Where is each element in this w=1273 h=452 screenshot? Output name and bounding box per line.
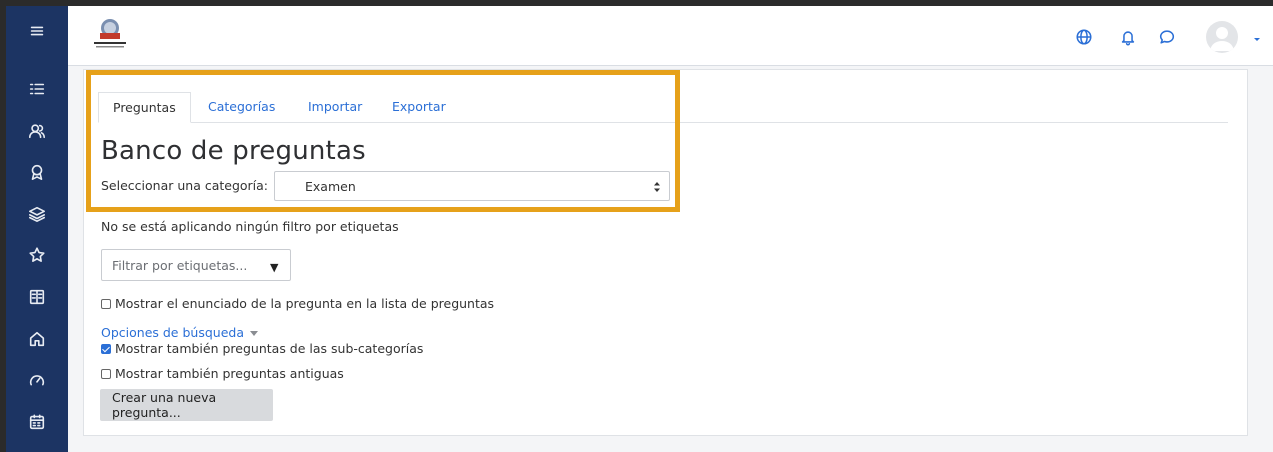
show-question-text-option[interactable]: Mostrar el enunciado de la pregunta en l… [101, 296, 494, 311]
chevron-down-icon[interactable] [1251, 30, 1263, 42]
category-select-value: Examen [305, 179, 356, 194]
award-icon[interactable] [26, 161, 48, 183]
bell-icon[interactable] [1117, 26, 1139, 48]
show-old-questions-label: Mostrar también preguntas antiguas [115, 366, 344, 381]
question-bank-panel: Preguntas Categorías Importar Exportar B… [83, 69, 1248, 436]
show-old-questions-option[interactable]: Mostrar también preguntas antiguas [101, 366, 344, 381]
search-options-label: Opciones de búsqueda [101, 325, 244, 340]
tag-filter-placeholder: Filtrar por etiquetas... [112, 258, 248, 273]
tab-exportar[interactable]: Exportar [392, 92, 446, 123]
show-question-text-label: Mostrar el enunciado de la pregunta en l… [115, 296, 495, 311]
show-subcategories-checkbox[interactable] [101, 343, 111, 354]
create-question-button[interactable]: Crear una nueva pregunta... [100, 389, 273, 421]
show-question-text-checkbox[interactable] [101, 298, 111, 309]
sidebar [6, 6, 68, 452]
list-icon[interactable] [26, 78, 48, 100]
dashboard-icon[interactable] [26, 370, 48, 392]
search-options-toggle[interactable]: Opciones de búsqueda [101, 325, 258, 340]
show-subcategories-option[interactable]: Mostrar también preguntas de las sub-cat… [101, 341, 423, 356]
page-title: Banco de preguntas [101, 136, 366, 166]
star-icon[interactable] [26, 244, 48, 266]
tab-categorias[interactable]: Categorías [208, 92, 275, 123]
category-label: Seleccionar una categoría: [101, 178, 269, 193]
book-icon[interactable] [26, 286, 48, 308]
show-subcategories-label: Mostrar también preguntas de las sub-cat… [115, 341, 424, 356]
tab-bar: Preguntas Categorías Importar Exportar [98, 92, 1228, 123]
category-select[interactable]: Examen [274, 171, 670, 201]
tab-importar[interactable]: Importar [308, 92, 362, 123]
main-content: Preguntas Categorías Importar Exportar B… [68, 66, 1273, 452]
avatar[interactable] [1206, 21, 1238, 53]
university-logo[interactable] [86, 14, 134, 58]
top-navbar [68, 6, 1273, 66]
select-caret-icon [654, 182, 660, 192]
globe-icon[interactable] [1073, 26, 1095, 48]
layers-icon[interactable] [26, 203, 48, 225]
dropdown-arrow-icon[interactable]: ▼ [270, 261, 278, 274]
tab-preguntas[interactable]: Preguntas [98, 92, 191, 123]
caret-down-icon [249, 331, 258, 336]
show-old-questions-checkbox[interactable] [101, 368, 111, 379]
menu-icon[interactable] [26, 20, 48, 42]
calendar-icon[interactable] [26, 411, 48, 433]
tag-filter-status: No se está aplicando ningún filtro por e… [101, 219, 399, 234]
users-icon[interactable] [26, 120, 48, 142]
chat-icon[interactable] [1156, 26, 1178, 48]
tag-filter-input[interactable]: Filtrar por etiquetas... ▼ [101, 249, 291, 281]
home-icon[interactable] [26, 328, 48, 350]
